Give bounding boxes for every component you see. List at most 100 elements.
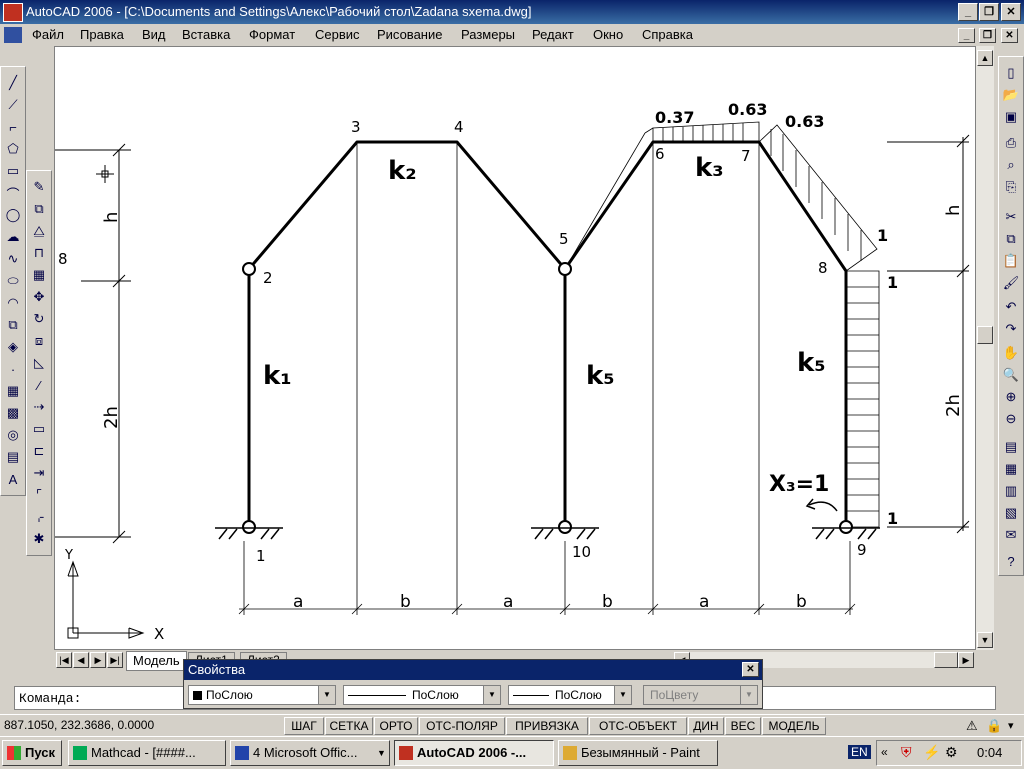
network-icon[interactable]: ⚙	[945, 744, 958, 761]
toggle-snap[interactable]: ШАГ	[284, 717, 324, 735]
toggle-grid[interactable]: СЕТКА	[325, 717, 373, 735]
trim-icon[interactable]: ⁄	[29, 375, 49, 395]
comm-center-icon[interactable]: ⚠	[966, 718, 978, 734]
status-menu-chevron-icon[interactable]: ▾	[1008, 719, 1014, 732]
zoom-previous-icon[interactable]: ⊖	[1001, 409, 1021, 429]
task-paint[interactable]: Безымянный - Paint	[558, 740, 718, 766]
explode-icon[interactable]: ✱	[29, 529, 49, 549]
revcloud-icon[interactable]: ☁	[3, 227, 23, 247]
polyline-icon[interactable]: ⌐	[3, 117, 23, 137]
cut-icon[interactable]: ✂	[1001, 207, 1021, 227]
copy-clip-icon[interactable]: ⧉	[1001, 229, 1021, 249]
markup-icon[interactable]: ✉	[1001, 525, 1021, 545]
gradient-icon[interactable]: ▩	[3, 403, 23, 423]
color-select[interactable]: ПоСлою ▼	[188, 685, 336, 705]
new-file-icon[interactable]: ▯	[1001, 63, 1021, 83]
help-icon[interactable]: ?	[1001, 551, 1021, 571]
properties-close-button[interactable]: ✕	[742, 662, 759, 677]
tab-prev-button[interactable]: ◀	[73, 652, 89, 668]
pan-icon[interactable]: ✋	[1001, 343, 1021, 363]
menu-help[interactable]: Справка	[642, 27, 693, 42]
arc-icon[interactable]: ⌒	[3, 183, 23, 203]
doc-minimize-button[interactable]: _	[958, 28, 975, 43]
tab-first-button[interactable]: |◀	[56, 652, 72, 668]
lock-icon[interactable]: 🔒	[986, 718, 1002, 734]
menu-view[interactable]: Вид	[142, 27, 166, 42]
construction-line-icon[interactable]: ⟋	[3, 95, 23, 115]
stretch-icon[interactable]: ◺	[29, 353, 49, 373]
drawing-canvas[interactable]: 1 2 3 4 5 6 7 8 9 10 8 k₁ k₂ k₅ k₃ k₅ a …	[54, 46, 976, 650]
toggle-ortho[interactable]: ОРТО	[374, 717, 418, 735]
rectangle-icon[interactable]: ▭	[3, 161, 23, 181]
restore-button[interactable]: ❐	[979, 3, 999, 21]
region-icon[interactable]: ◎	[3, 425, 23, 445]
toggle-osnap[interactable]: ПРИВЯЗКА	[506, 717, 588, 735]
match-properties-icon[interactable]: 🖌	[1001, 273, 1021, 293]
menu-tools[interactable]: Сервис	[315, 27, 360, 42]
vertical-scroll-thumb[interactable]	[977, 326, 993, 344]
linetype-select[interactable]: ПоСлою ▼	[343, 685, 501, 705]
make-block-icon[interactable]: ◈	[3, 337, 23, 357]
toggle-polar[interactable]: ОТС-ПОЛЯР	[419, 717, 505, 735]
extend-icon[interactable]: ⇢	[29, 397, 49, 417]
vertical-scrollbar[interactable]: ▲ ▼	[976, 46, 994, 650]
start-button[interactable]: Пуск	[2, 740, 62, 766]
scroll-down-button[interactable]: ▼	[977, 632, 993, 648]
plot-preview-icon[interactable]: ⌕	[1001, 155, 1021, 175]
join-icon[interactable]: ⇥	[29, 463, 49, 483]
properties-icon[interactable]: ▤	[1001, 437, 1021, 457]
horizontal-scroll-thumb[interactable]	[934, 652, 958, 668]
break-icon[interactable]: ⊏	[29, 441, 49, 461]
scroll-right-button[interactable]: ▶	[958, 652, 974, 668]
ellipse-icon[interactable]: ⬭	[3, 271, 23, 291]
mtext-icon[interactable]: A	[3, 469, 23, 489]
publish-icon[interactable]: ⎘	[1001, 177, 1021, 197]
menu-modify[interactable]: Редакт	[532, 27, 574, 42]
circle-icon[interactable]: ◯	[3, 205, 23, 225]
document-icon[interactable]	[4, 27, 22, 43]
table-icon[interactable]: ▤	[3, 447, 23, 467]
insert-block-icon[interactable]: ⧉	[3, 315, 23, 335]
chamfer-icon[interactable]: ⌜	[29, 485, 49, 505]
language-indicator[interactable]: EN	[848, 745, 871, 759]
toggle-otrack[interactable]: ОТС-ОБЪЕКТ	[589, 717, 687, 735]
break-at-point-icon[interactable]: ▭	[29, 419, 49, 439]
line-tool-icon[interactable]: ╱	[3, 73, 23, 93]
save-icon[interactable]: ▣	[1001, 107, 1021, 127]
sheet-set-icon[interactable]: ▧	[1001, 503, 1021, 523]
point-icon[interactable]: ·	[3, 359, 23, 379]
offset-icon[interactable]: ⊓	[29, 243, 49, 263]
undo-icon[interactable]: ↶	[1001, 297, 1021, 317]
tab-model[interactable]: Модель	[126, 651, 187, 671]
mirror-icon[interactable]: ⧋	[29, 221, 49, 241]
hatch-icon[interactable]: ▦	[3, 381, 23, 401]
menu-insert[interactable]: Вставка	[182, 27, 230, 42]
task-mathcad[interactable]: Mathcad - [####...	[68, 740, 226, 766]
toggle-dyn[interactable]: ДИН	[688, 717, 724, 735]
print-icon[interactable]: ⎙	[1001, 133, 1021, 153]
redo-icon[interactable]: ↷	[1001, 319, 1021, 339]
menu-window[interactable]: Окно	[593, 27, 623, 42]
menu-draw[interactable]: Рисование	[377, 27, 442, 42]
close-button[interactable]: ✕	[1001, 3, 1021, 21]
antivirus-icon[interactable]: ⛨	[901, 744, 912, 761]
menu-format[interactable]: Формат	[249, 27, 295, 42]
array-icon[interactable]: ▦	[29, 265, 49, 285]
copy-icon[interactable]: ⧉	[29, 199, 49, 219]
tray-expand-icon[interactable]: «	[881, 745, 888, 759]
open-file-icon[interactable]: 📂	[1001, 85, 1021, 105]
scroll-up-button[interactable]: ▲	[977, 50, 993, 66]
toggle-lwt[interactable]: ВЕС	[725, 717, 761, 735]
doc-close-button[interactable]: ✕	[1001, 28, 1018, 43]
menu-dimension[interactable]: Размеры	[461, 27, 515, 42]
menu-edit[interactable]: Правка	[80, 27, 124, 42]
tab-next-button[interactable]: ▶	[90, 652, 106, 668]
tab-last-button[interactable]: ▶|	[107, 652, 123, 668]
menu-file[interactable]: Файл	[32, 27, 64, 42]
paste-icon[interactable]: 📋	[1001, 251, 1021, 271]
minimize-button[interactable]: _	[958, 3, 978, 21]
ellipse-arc-icon[interactable]: ◠	[3, 293, 23, 313]
doc-restore-button[interactable]: ❐	[979, 28, 996, 43]
zoom-window-icon[interactable]: ⊕	[1001, 387, 1021, 407]
task-autocad[interactable]: AutoCAD 2006 -...	[394, 740, 554, 766]
